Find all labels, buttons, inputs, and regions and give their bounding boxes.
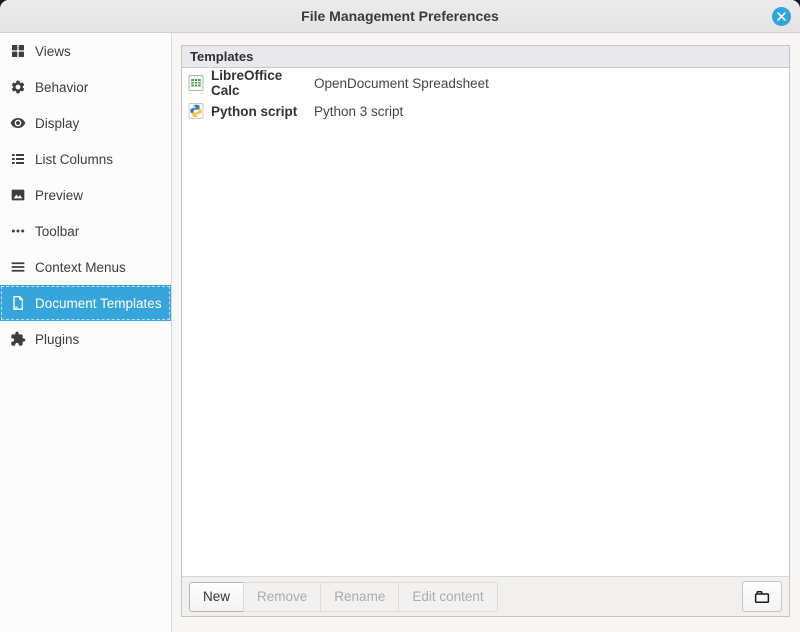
sidebar-item-toolbar[interactable]: Toolbar: [0, 213, 171, 249]
remove-button[interactable]: Remove: [243, 582, 321, 612]
template-name: LibreOffice Calc: [211, 68, 314, 98]
folder-icon: [753, 588, 771, 606]
edit-content-button[interactable]: Edit content: [398, 582, 497, 612]
sidebar-item-display[interactable]: Display: [0, 105, 171, 141]
sidebar-item-document-templates[interactable]: Document Templates: [0, 285, 171, 321]
dots-icon: [10, 223, 26, 239]
open-templates-folder-button[interactable]: [742, 581, 782, 612]
sidebar-item-label: Context Menus: [35, 260, 126, 275]
sidebar-item-label: Display: [35, 116, 79, 131]
templates-header-label: Templates: [190, 49, 253, 64]
gear-icon: [10, 79, 26, 95]
templates-toolbar: New Remove Rename Edit content: [182, 576, 789, 616]
sidebar-item-label: List Columns: [35, 152, 113, 167]
python-icon: [188, 103, 204, 119]
sidebar-item-plugins[interactable]: Plugins: [0, 321, 171, 357]
sidebar: Views Behavior Display: [0, 33, 172, 632]
rename-button[interactable]: Rename: [320, 582, 399, 612]
sidebar-item-label: Views: [35, 44, 71, 59]
list-columns-icon: [10, 151, 26, 167]
document-icon: [10, 295, 26, 311]
window-title: File Management Preferences: [301, 8, 499, 24]
eye-icon: [10, 115, 26, 131]
close-icon: [776, 11, 787, 22]
template-row-libreoffice-calc[interactable]: LibreOffice Calc OpenDocument Spreadshee…: [182, 69, 789, 97]
templates-button-group: New Remove Rename Edit content: [189, 582, 498, 612]
new-button[interactable]: New: [189, 582, 244, 612]
template-description: Python 3 script: [314, 104, 403, 119]
image-icon: [10, 187, 26, 203]
close-button[interactable]: [772, 7, 791, 26]
sidebar-item-views[interactable]: Views: [0, 33, 171, 69]
sidebar-item-preview[interactable]: Preview: [0, 177, 171, 213]
main-area: Templates LibreOffice Calc OpenDocument …: [172, 33, 800, 632]
preferences-window: File Management Preferences Views Behavi…: [0, 0, 800, 632]
puzzle-icon: [10, 331, 26, 347]
sidebar-item-label: Preview: [35, 188, 83, 203]
sidebar-item-behavior[interactable]: Behavior: [0, 69, 171, 105]
sidebar-item-label: Plugins: [35, 332, 79, 347]
templates-panel: Templates LibreOffice Calc OpenDocument …: [181, 45, 790, 617]
sidebar-item-context-menus[interactable]: Context Menus: [0, 249, 171, 285]
templates-header: Templates: [182, 46, 789, 68]
templates-list: LibreOffice Calc OpenDocument Spreadshee…: [182, 68, 789, 576]
hamburger-icon: [10, 259, 26, 275]
sidebar-item-label: Document Templates: [35, 296, 162, 311]
sidebar-item-list-columns[interactable]: List Columns: [0, 141, 171, 177]
titlebar: File Management Preferences: [0, 0, 800, 33]
template-description: OpenDocument Spreadsheet: [314, 76, 489, 91]
sidebar-item-label: Toolbar: [35, 224, 79, 239]
window-content: Views Behavior Display: [0, 33, 800, 632]
grid-icon: [10, 43, 26, 59]
libreoffice-calc-icon: [188, 75, 204, 91]
template-name: Python script: [211, 104, 314, 119]
template-row-python-script[interactable]: Python script Python 3 script: [182, 97, 789, 125]
sidebar-item-label: Behavior: [35, 80, 88, 95]
